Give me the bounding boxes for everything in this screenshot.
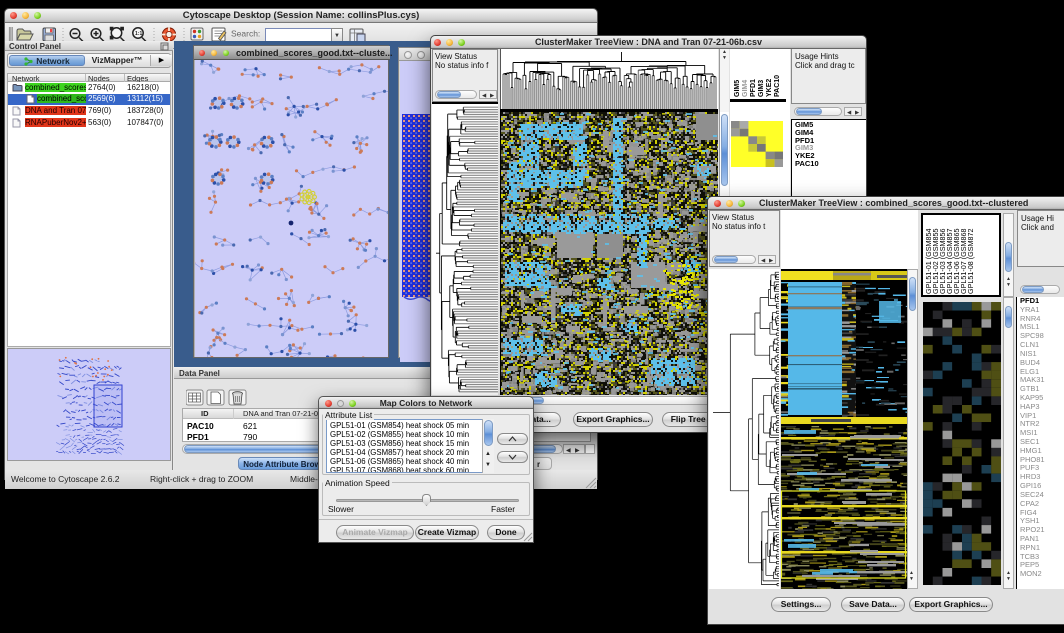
svg-text:1:1: 1:1 — [135, 31, 142, 37]
svg-text:Search:: Search: — [231, 29, 260, 39]
